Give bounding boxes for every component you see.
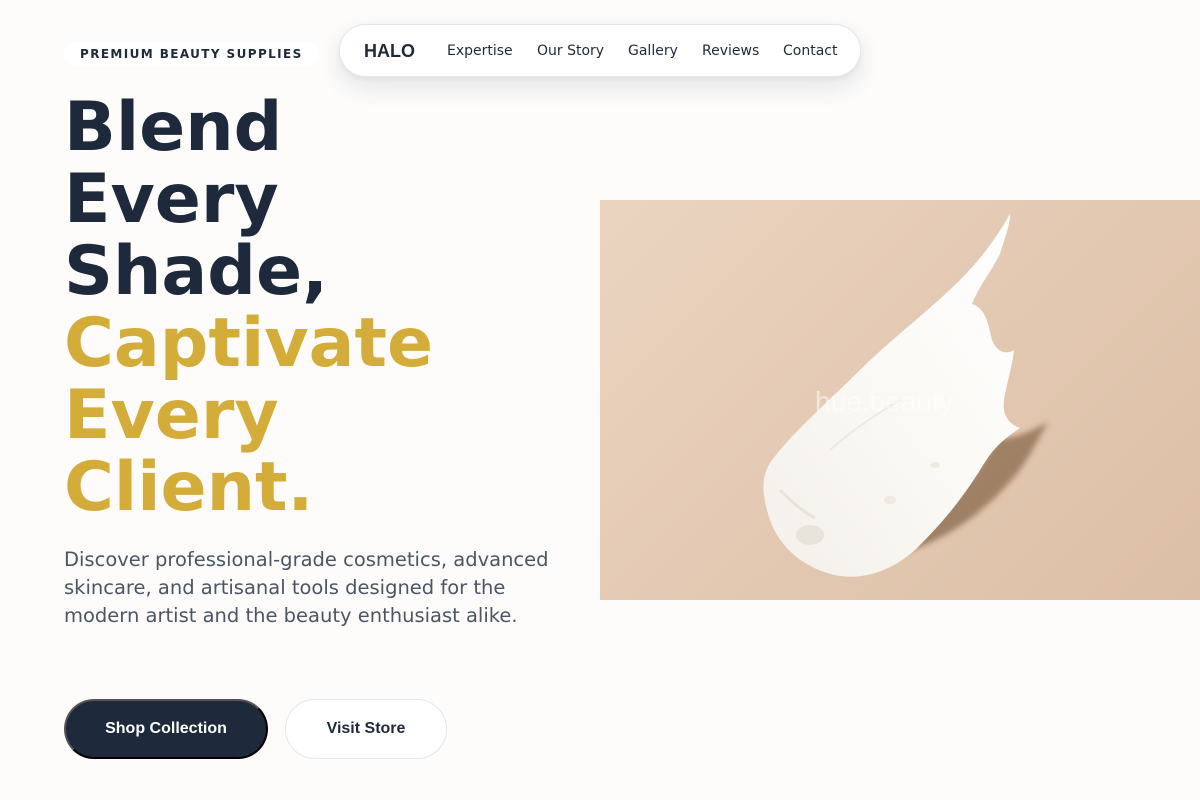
eyebrow-badge: PREMIUM BEAUTY SUPPLIES (64, 42, 319, 66)
nav-link-our-story[interactable]: Our Story (537, 43, 604, 59)
visit-store-button[interactable]: Visit Store (285, 699, 447, 759)
brand-logo[interactable]: HALO (364, 41, 415, 62)
shop-collection-button[interactable]: Shop Collection (64, 699, 268, 759)
hero-description: Discover professional-grade cosmetics, a… (64, 548, 549, 627)
nav-link-reviews[interactable]: Reviews (702, 43, 759, 59)
nav-link-contact[interactable]: Contact (783, 43, 837, 59)
top-nav: HALO Expertise Our Story Gallery Reviews… (339, 24, 861, 77)
headline-line: Shade, (64, 232, 328, 311)
headline-accent-line: Client. (64, 448, 314, 527)
headline-accent-line: Every (64, 376, 279, 455)
headline-accent-line: Captivate (64, 304, 434, 383)
headline-line: Every (64, 160, 279, 239)
image-watermark: hue.beauty (815, 386, 954, 417)
hero-product-image: hue.beauty (600, 200, 1200, 600)
nav-link-gallery[interactable]: Gallery (628, 43, 678, 59)
hero-headline: Blend Every Shade, Captivate Every Clien… (64, 92, 433, 524)
headline-line: Blend (64, 88, 283, 167)
nav-link-expertise[interactable]: Expertise (447, 43, 513, 59)
